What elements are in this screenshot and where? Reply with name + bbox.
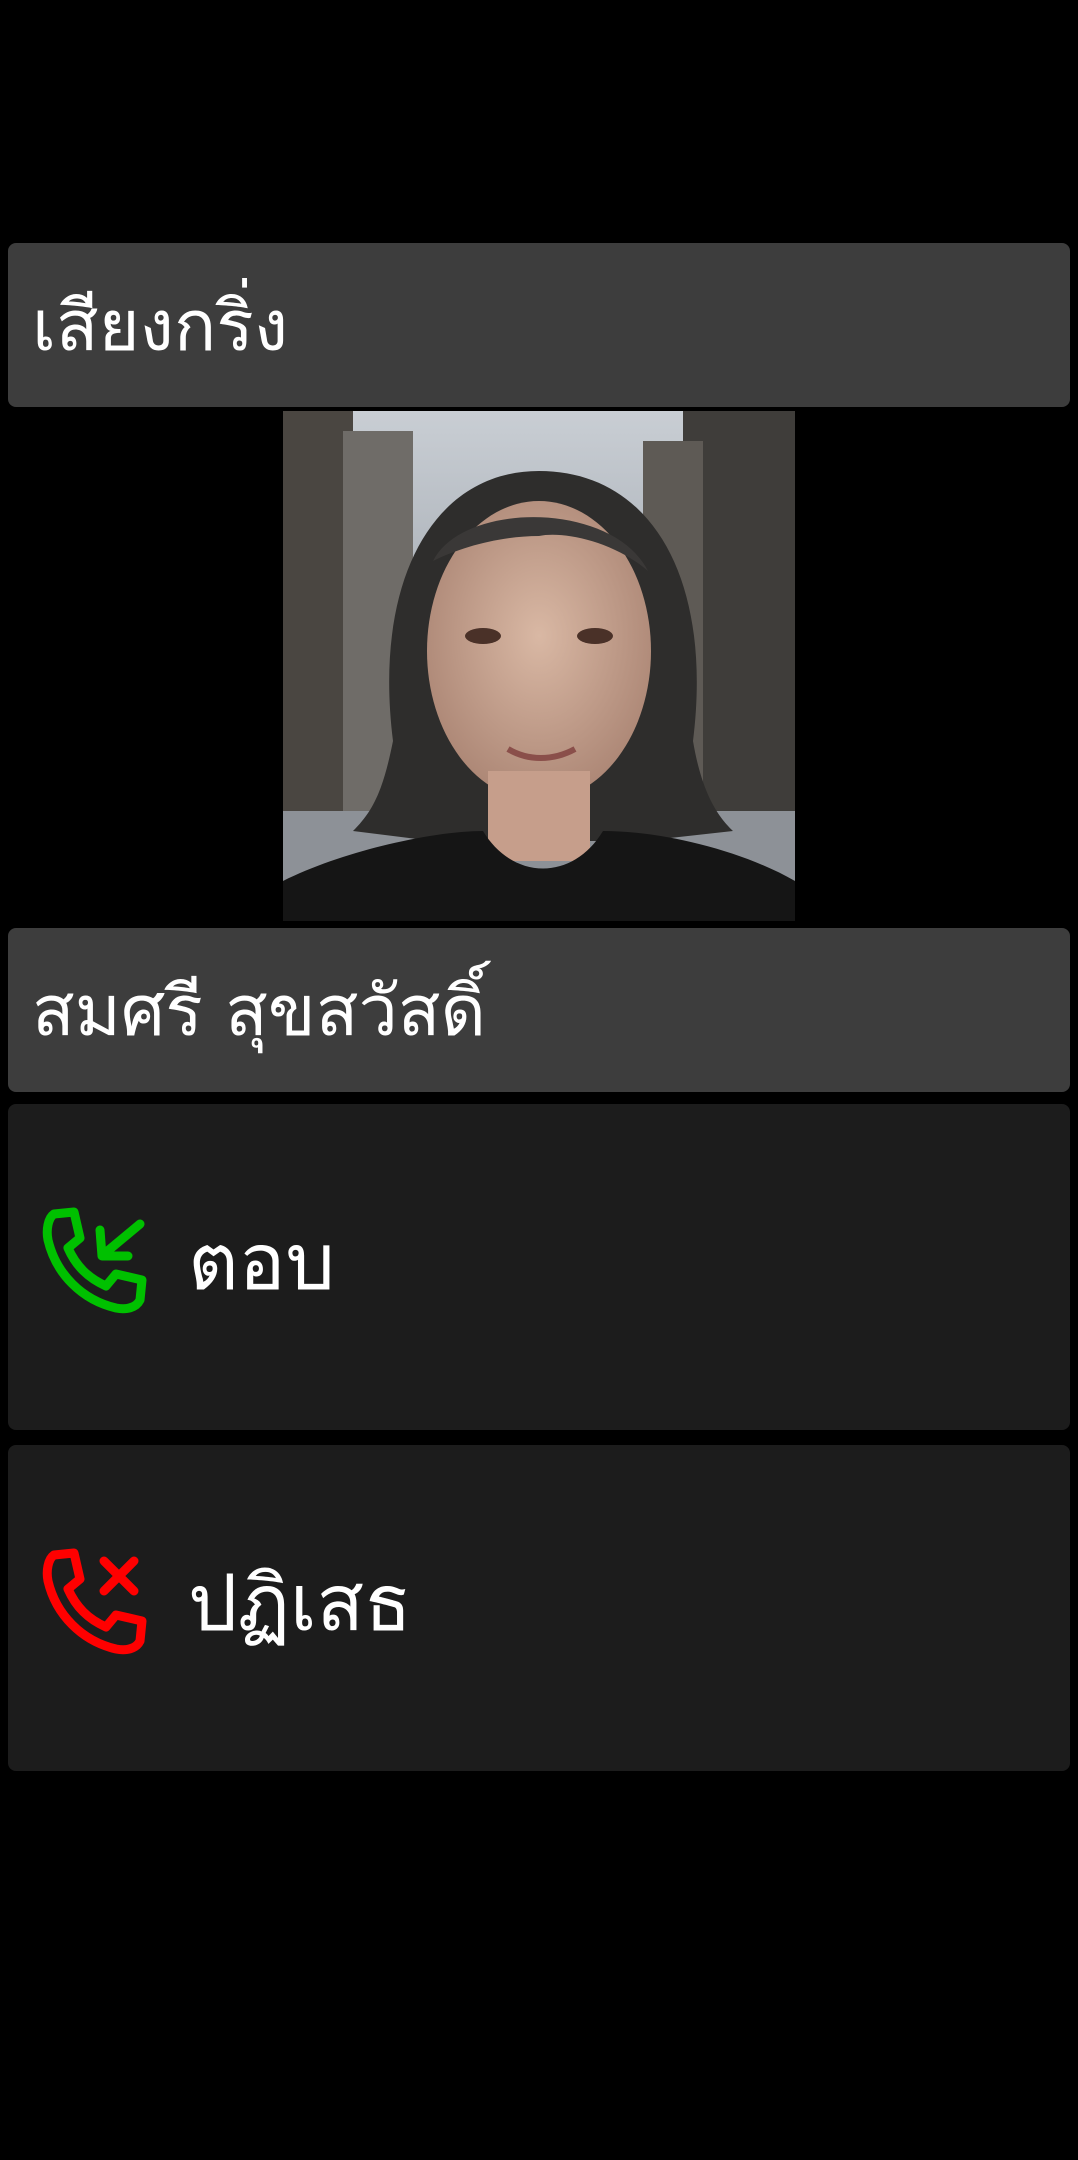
caller-name-bar: สมศรี สุขสวัสดิ์ xyxy=(8,928,1070,1092)
answer-label: ตอบ xyxy=(188,1218,336,1308)
caller-name: สมศรี สุขสวัสดิ์ xyxy=(32,969,486,1052)
phone-decline-icon xyxy=(40,1545,152,1657)
decline-button[interactable]: ปฏิเสธ xyxy=(8,1445,1070,1771)
decline-label: ปฏิเสธ xyxy=(188,1559,412,1649)
ringtone-title: เสียงกริ่ง xyxy=(32,284,289,367)
answer-button[interactable]: ตอบ xyxy=(8,1104,1070,1430)
phone-incoming-icon xyxy=(40,1204,152,1316)
caller-photo xyxy=(283,411,795,921)
ringtone-title-bar: เสียงกริ่ง xyxy=(8,243,1070,407)
